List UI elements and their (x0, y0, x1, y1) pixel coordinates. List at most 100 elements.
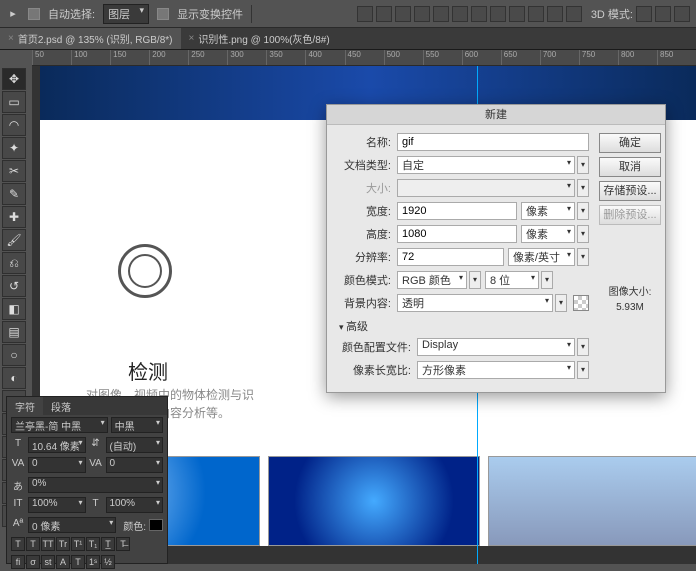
super-button[interactable]: T¹ (71, 537, 85, 551)
opentype-button[interactable]: σ (26, 555, 40, 569)
tracking-input[interactable]: 0 (106, 457, 164, 473)
resolution-input[interactable] (397, 248, 504, 266)
opentype-button[interactable]: A (56, 555, 70, 569)
align-icon[interactable] (566, 6, 582, 22)
opentype-button[interactable]: T (71, 555, 85, 569)
stamp-tool[interactable]: ⎌ (2, 252, 26, 274)
mode-3d-icon[interactable] (655, 6, 671, 22)
bg-swatch[interactable] (573, 295, 589, 311)
caret[interactable]: ▾ (555, 294, 567, 312)
auto-select-dropdown[interactable]: 图层 (103, 4, 149, 24)
unit-caret[interactable]: ▾ (577, 202, 589, 220)
font-style-select[interactable]: 中黑 (111, 417, 163, 433)
auto-select-checkbox[interactable] (28, 8, 40, 20)
strike-button[interactable]: T̶ (116, 537, 130, 551)
caret[interactable]: ▾ (577, 338, 589, 356)
opentype-button[interactable]: fi (11, 555, 25, 569)
baseline-input[interactable]: 0 像素 (28, 517, 116, 533)
italic-button[interactable]: T (26, 537, 40, 551)
align-icon[interactable] (490, 6, 506, 22)
close-icon[interactable]: × (8, 33, 14, 44)
profile-select[interactable]: Display (417, 338, 575, 356)
unit-caret[interactable]: ▾ (577, 225, 589, 243)
sub-button[interactable]: T₁ (86, 537, 100, 551)
opentype-button[interactable]: 1ˢ (86, 555, 100, 569)
doctype-select[interactable]: 自定 (397, 156, 575, 174)
smallcaps-button[interactable]: Tr (56, 537, 70, 551)
resolution-unit-select[interactable]: 像素/英寸 (508, 248, 575, 266)
para-tab[interactable]: 段落 (43, 397, 79, 415)
align-icon[interactable] (433, 6, 449, 22)
eyedropper-tool[interactable]: ✎ (2, 183, 26, 205)
opentype-button[interactable]: st (41, 555, 55, 569)
char-tab[interactable]: 字符 (7, 397, 43, 415)
caret[interactable]: ▾ (469, 271, 481, 289)
mode-3d-icon[interactable] (674, 6, 690, 22)
thumbnail[interactable] (268, 456, 480, 546)
document-tab[interactable]: × 识别性.png @ 100%(灰色/8#) (181, 28, 338, 49)
align-icon[interactable] (547, 6, 563, 22)
align-icon[interactable] (357, 6, 373, 22)
width-unit-select[interactable]: 像素 (521, 202, 575, 220)
depth-select[interactable]: 8 位 (485, 271, 539, 289)
align-icon[interactable] (376, 6, 392, 22)
dodge-tool[interactable]: ◐ (2, 367, 26, 389)
doctype-caret[interactable]: ▾ (577, 156, 589, 174)
lasso-tool[interactable]: ◠ (2, 114, 26, 136)
bold-button[interactable]: T (11, 537, 25, 551)
align-icon[interactable] (471, 6, 487, 22)
unit-caret[interactable]: ▾ (577, 248, 589, 266)
name-input[interactable] (397, 133, 589, 151)
height-input[interactable] (397, 225, 517, 243)
underline-button[interactable]: T̲ (101, 537, 115, 551)
font-size-input[interactable]: 10.64 像素 (28, 437, 86, 453)
move-tool[interactable]: ✥ (2, 68, 26, 90)
width-input[interactable] (397, 202, 517, 220)
align-icon[interactable] (528, 6, 544, 22)
document-tabs: × 首页2.psd @ 135% (识别, RGB/8*) × 识别性.png … (0, 28, 696, 50)
aspect-select[interactable]: 方形像素 (417, 361, 575, 379)
crop-tool[interactable]: ✂ (2, 160, 26, 182)
bg-select[interactable]: 透明 (397, 294, 553, 312)
caps-button[interactable]: TT (41, 537, 55, 551)
height-label: 高度: (333, 226, 391, 242)
align-icon[interactable] (395, 6, 411, 22)
brush-tool[interactable]: 🖌 (2, 229, 26, 251)
show-transform-checkbox[interactable] (157, 8, 169, 20)
advanced-label[interactable]: 高级 (339, 318, 589, 334)
opentype-button[interactable]: ½ (101, 555, 115, 569)
close-icon[interactable]: × (189, 33, 195, 44)
align-icon[interactable] (452, 6, 468, 22)
caret[interactable]: ▾ (541, 271, 553, 289)
heal-tool[interactable]: ✚ (2, 206, 26, 228)
blur-tool[interactable]: ○ (2, 344, 26, 366)
align-icon[interactable] (414, 6, 430, 22)
hscale-input[interactable]: 100% (28, 497, 86, 513)
history-brush-tool[interactable]: ↺ (2, 275, 26, 297)
align-icon[interactable] (509, 6, 525, 22)
eraser-tool[interactable]: ◧ (2, 298, 26, 320)
save-preset-button[interactable]: 存储预设... (599, 181, 661, 201)
name-label: 名称: (333, 134, 391, 150)
ok-button[interactable]: 确定 (599, 133, 661, 153)
document-tab[interactable]: × 首页2.psd @ 135% (识别, RGB/8*) (0, 28, 181, 49)
leading-input[interactable]: (自动) (106, 437, 164, 453)
height-unit-select[interactable]: 像素 (521, 225, 575, 243)
wand-tool[interactable]: ✦ (2, 137, 26, 159)
colormode-select[interactable]: RGB 颜色 (397, 271, 467, 289)
ruler-mark: 600 (462, 50, 501, 65)
mode-3d-icon[interactable] (636, 6, 652, 22)
cancel-button[interactable]: 取消 (599, 157, 661, 177)
thumbnail[interactable] (488, 456, 696, 546)
color-swatch[interactable] (149, 519, 163, 531)
scale-input[interactable]: 0% (28, 477, 163, 493)
kerning-input[interactable]: 0 (28, 457, 86, 473)
ruler-mark: 450 (345, 50, 384, 65)
caret[interactable]: ▾ (577, 361, 589, 379)
vscale-input[interactable]: 100% (106, 497, 164, 513)
gradient-tool[interactable]: ▤ (2, 321, 26, 343)
marquee-tool[interactable]: ▭ (2, 91, 26, 113)
size-caret[interactable]: ▾ (577, 179, 589, 197)
ruler-horizontal[interactable]: 5010015020025030035040045050055060065070… (32, 50, 696, 66)
font-family-select[interactable]: 兰亭黑-简 中黑 (11, 417, 108, 433)
